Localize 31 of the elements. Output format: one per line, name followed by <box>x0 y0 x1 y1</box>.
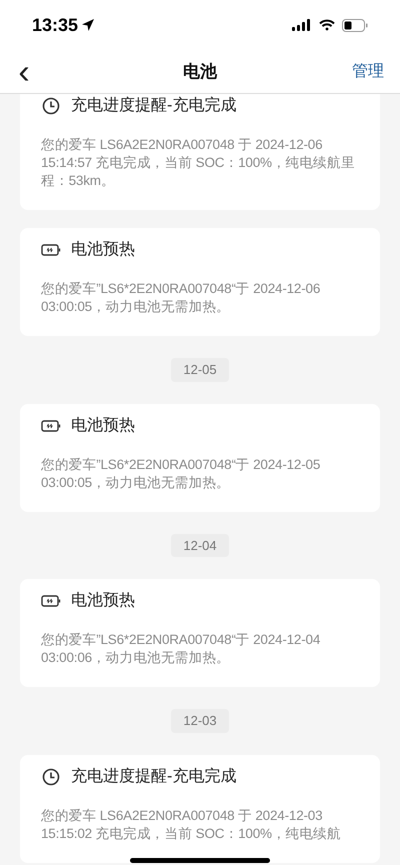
clock-icon <box>42 768 60 786</box>
date-chip: 12-05 <box>171 358 229 382</box>
signal-icon <box>292 19 312 31</box>
status-time: 13:35 <box>32 14 78 36</box>
message-body: 您的爱车”LS6*2E2N0RA007048“于 2024-12-06 03:00:05，动力电池无需加热。 <box>41 280 322 316</box>
back-button[interactable]: ‹ <box>14 54 34 88</box>
message-body: 您的爱车”LS6*2E2N0RA007048“于 2024-12-05 03:00:05，动力电池无需加热。 <box>41 456 322 492</box>
battery-status-icon <box>342 18 368 32</box>
message-body: 您的爱车”LS6*2E2N0RA007048“于 2024-12-04 03:00:06，动力电池无需加热。 <box>41 631 322 667</box>
location-arrow-icon <box>81 18 96 32</box>
date-chip: 12-04 <box>171 534 229 557</box>
battery-icon <box>41 594 61 608</box>
manage-button[interactable]: 管理 <box>352 60 386 84</box>
message-title: 电池预热 <box>71 240 135 260</box>
clock-icon <box>42 97 60 115</box>
message-card[interactable]: 充电进度提醒-充电完成 您的爱车 LS6A2E2N0RA007048 于 2024-12-06 15:14:57 充电完成，当前 SOC：100%，纯电续航里程：53km。 <box>20 94 380 210</box>
battery-icon <box>41 243 61 257</box>
message-body: 您的爱车 LS6A2E2N0RA007048 于 2024-12-03 15:15:02 充电完成，当前 SOC：100%，纯电续航 <box>41 806 342 842</box>
message-card[interactable]: 电池预热 您的爱车”LS6*2E2N0RA007048“于 2024-12-06 03:00:05，动力电池无需加热。 <box>20 228 380 336</box>
battery-icon <box>41 418 61 432</box>
message-title: 充电进度提醒-充电完成 <box>71 96 236 116</box>
page-title: 电池 <box>183 60 217 83</box>
message-body: 您的爱车 LS6A2E2N0RA007048 于 2024-12-06 15:14:57 充电完成，当前 SOC：100%，纯电续航里程：53km。 <box>41 136 356 190</box>
message-card[interactable]: 电池预热 您的爱车”LS6*2E2N0RA007048“于 2024-12-04 03:00:06，动力电池无需加热。 <box>20 579 380 687</box>
wifi-icon <box>319 19 335 31</box>
date-chip: 12-03 <box>171 709 229 732</box>
message-title: 充电进度提醒-充电完成 <box>71 766 236 786</box>
message-title: 电池预热 <box>71 590 135 611</box>
message-card[interactable]: 电池预热 您的爱车”LS6*2E2N0RA007048“于 2024-12-05 03:00:05，动力电池无需加热。 <box>20 404 380 512</box>
message-title: 电池预热 <box>71 416 135 436</box>
message-card[interactable]: 充电进度提醒-充电完成 您的爱车 LS6A2E2N0RA007048 于 2024-12-03 15:15:02 充电完成，当前 SOC：100%，纯电续航 <box>20 754 380 862</box>
